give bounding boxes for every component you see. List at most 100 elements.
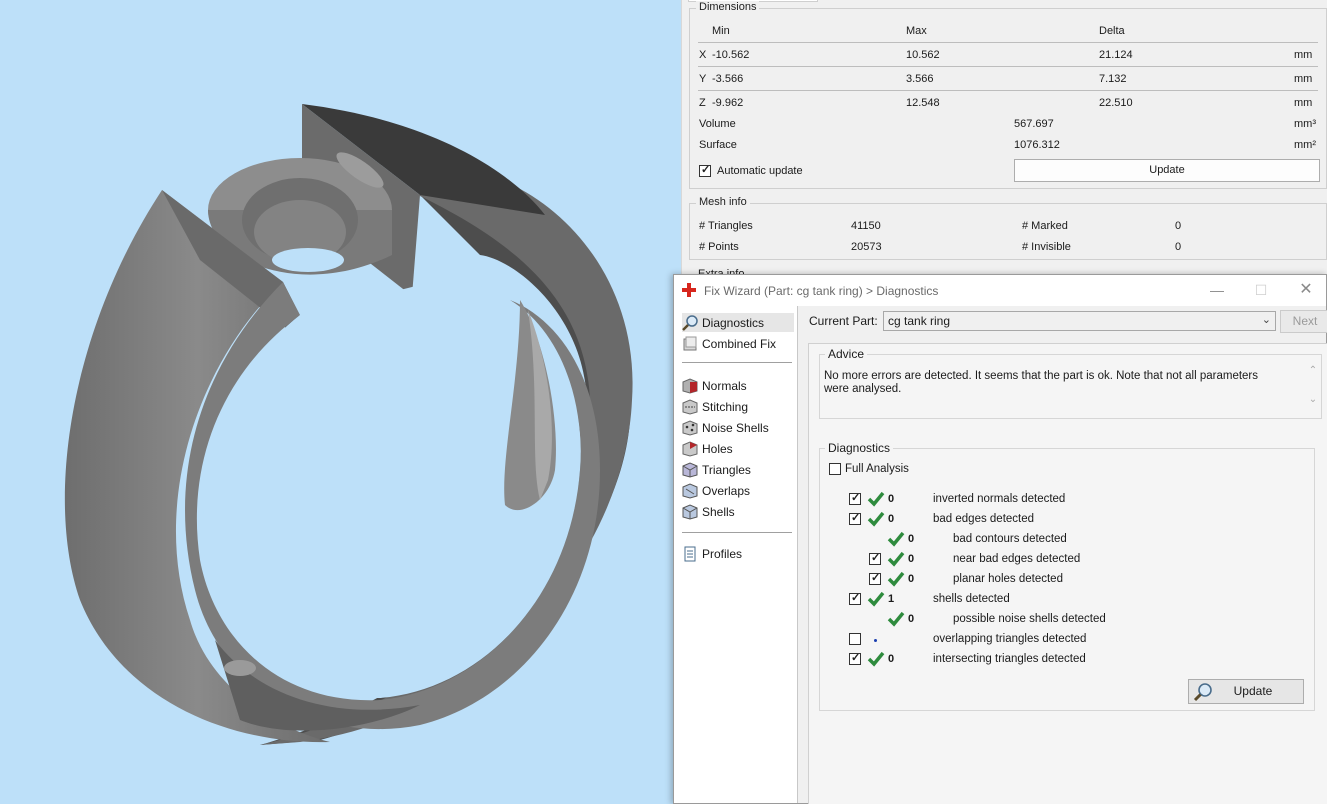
y-axis-label: Y (699, 73, 707, 85)
y-unit: mm (1294, 73, 1313, 85)
overlapping-triangles-checkbox[interactable] (849, 633, 861, 645)
profiles-icon (684, 546, 696, 561)
nav-profiles[interactable]: Profiles (682, 544, 794, 563)
points-label: # Points (699, 241, 739, 253)
volume-label: Volume (699, 118, 736, 130)
row-divider (698, 66, 1318, 67)
scroll-track (1306, 376, 1320, 394)
surface-unit: mm² (1294, 139, 1316, 151)
x-min: -10.562 (712, 49, 750, 61)
nav-label: Stitching (702, 399, 749, 414)
nav-label: Diagnostics (702, 315, 765, 330)
magnifier-icon (682, 314, 698, 331)
automatic-update-label: Automatic update (717, 165, 803, 177)
diagnostics-group: Diagnostics Full Analysis 0 inverted nor… (819, 441, 1315, 711)
planar-holes-label: planar holes detected (953, 573, 1063, 585)
ok-check-icon (887, 571, 905, 587)
full-analysis-checkbox[interactable] (829, 463, 841, 475)
nav-stitching[interactable]: Stitching (682, 397, 794, 416)
ring-model[interactable] (0, 0, 680, 804)
bad-edges-label: bad edges detected (933, 513, 1035, 525)
planar-holes-checkbox[interactable] (869, 571, 881, 585)
3d-viewport[interactable] (0, 0, 680, 804)
nav-label: Profiles (702, 546, 743, 561)
scroll-down-icon[interactable]: ⌄ (1306, 394, 1320, 405)
combined-fix-icon (683, 336, 697, 350)
bad-edges-checkbox[interactable] (849, 511, 861, 525)
inverted-normals-checkbox[interactable] (849, 491, 861, 505)
near-bad-edges-checkbox[interactable] (869, 551, 881, 565)
shells-count: 1 (888, 593, 895, 605)
minimize-icon[interactable]: — (1207, 281, 1227, 299)
volume-value: 567.697 (1014, 118, 1054, 130)
ok-check-icon (887, 611, 905, 627)
fix-wizard-icon (682, 283, 696, 297)
near-bad-edges-count: 0 (908, 553, 915, 565)
nav-normals[interactable]: Normals (682, 376, 794, 395)
noise-shells-icon (682, 419, 698, 436)
diagnostics-title: Diagnostics (825, 441, 894, 455)
intersecting-triangles-label: intersecting triangles detected (933, 653, 1086, 665)
chevron-down-icon: ⌄ (1261, 314, 1271, 326)
nav-noise-shells[interactable]: Noise Shells (682, 418, 794, 437)
nav-label: Overlaps (702, 483, 751, 498)
x-axis-label: X (699, 49, 707, 61)
x-max: 10.562 (906, 49, 940, 61)
next-button[interactable]: Next (1280, 310, 1327, 333)
triangles-icon (682, 461, 698, 478)
current-part-select[interactable]: cg tank ring ⌄ (883, 311, 1276, 331)
maximize-icon[interactable]: ☐ (1251, 281, 1271, 299)
header-min: Min (712, 25, 730, 37)
x-unit: mm (1294, 49, 1313, 61)
holes-icon (682, 440, 698, 457)
invisible-label: # Invisible (1022, 241, 1071, 253)
automatic-update-checkbox[interactable] (699, 163, 711, 177)
close-icon[interactable]: ✕ (1296, 281, 1316, 299)
ok-check-icon (887, 551, 905, 567)
bad-contours-label: bad contours detected (953, 533, 1067, 545)
shells-label: shells detected (933, 593, 1010, 605)
header-delta: Delta (1099, 25, 1125, 37)
invisible-value: 0 (1175, 241, 1182, 253)
inverted-normals-label: inverted normals detected (933, 493, 1066, 505)
dimensions-update-button[interactable]: Update (1014, 159, 1320, 182)
nav-label: Normals (702, 378, 747, 393)
y-delta: 7.132 (1099, 73, 1127, 85)
scroll-up-icon[interactable]: ⌃ (1306, 365, 1320, 376)
shells-icon (682, 503, 698, 520)
points-value: 20573 (851, 241, 882, 253)
shells-checkbox[interactable] (849, 591, 861, 605)
triangles-label: # Triangles (699, 220, 753, 232)
diagnostics-update-button[interactable]: Update (1188, 679, 1304, 704)
surface-label: Surface (699, 139, 737, 151)
window-title: Fix Wizard (Part: cg tank ring) > Diagno… (704, 284, 939, 298)
z-axis-label: Z (699, 97, 706, 109)
title-bar[interactable]: Fix Wizard (Part: cg tank ring) > Diagno… (674, 275, 1326, 306)
intersecting-triangles-checkbox[interactable] (849, 651, 861, 665)
ok-check-icon (867, 511, 885, 527)
advice-group: Advice No more errors are detected. It s… (819, 347, 1322, 419)
nav-triangles[interactable]: Triangles (682, 460, 794, 479)
update-label: Update (1233, 684, 1273, 698)
inverted-normals-count: 0 (888, 493, 895, 505)
ok-check-icon (867, 491, 885, 507)
bad-contours-count: 0 (908, 533, 915, 545)
y-max: 3.566 (906, 73, 934, 85)
mesh-info-title: Mesh info (696, 196, 750, 208)
nav-separator (682, 532, 792, 533)
nav-combined-fix[interactable]: Combined Fix (682, 334, 794, 353)
y-min: -3.566 (712, 73, 744, 85)
z-min: -9.962 (712, 97, 744, 109)
nav-holes[interactable]: Holes (682, 439, 794, 458)
header-max: Max (906, 25, 927, 37)
nav-overlaps[interactable]: Overlaps (682, 481, 794, 500)
row-divider (698, 42, 1318, 43)
normals-icon (682, 377, 698, 394)
nav-shells[interactable]: Shells (682, 502, 794, 521)
nav-diagnostics[interactable]: Diagnostics (682, 313, 794, 332)
bad-edges-count: 0 (888, 513, 895, 525)
current-part-value: cg tank ring (888, 314, 951, 328)
nav-label: Combined Fix (702, 336, 777, 351)
advice-scrollbar[interactable]: ⌃ ⌄ (1306, 365, 1320, 405)
ok-check-icon (887, 531, 905, 547)
